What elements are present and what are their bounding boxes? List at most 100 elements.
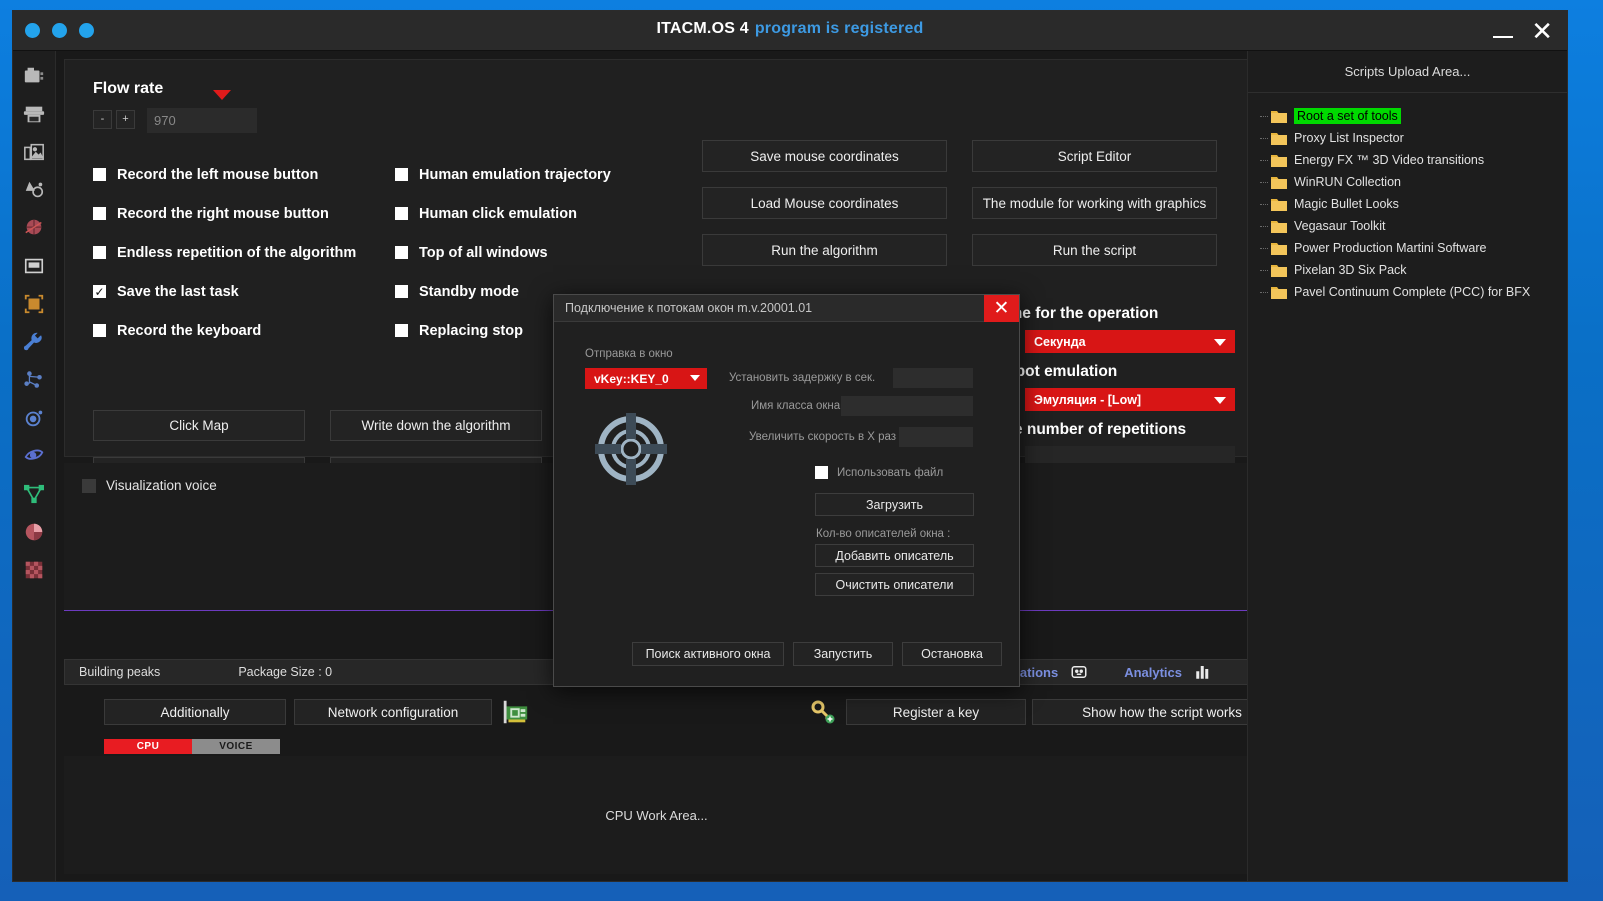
- archive-box-icon[interactable]: [23, 255, 45, 277]
- flow-increment-button[interactable]: +: [116, 110, 135, 129]
- checkbox-box[interactable]: [395, 285, 408, 298]
- tree-item-label: Vegasaur Toolkit: [1294, 219, 1386, 233]
- click-map-button[interactable]: Click Map: [93, 410, 305, 441]
- triangle-mesh-icon[interactable]: [23, 483, 45, 505]
- globe-icon[interactable]: [23, 217, 45, 239]
- checkbox-human-emulation-trajectory[interactable]: Human emulation trajectory: [395, 155, 611, 194]
- checkbox-endless-repetition[interactable]: Endless repetition of the algorithm: [93, 233, 356, 272]
- dialog-title-bar: Подключение к потокам окон m.v.20001.01 …: [554, 294, 1019, 322]
- robot-emulation-dropdown[interactable]: Эмуляция - [Low]: [1025, 388, 1235, 411]
- run-algorithm-button[interactable]: Run the algorithm: [702, 234, 947, 266]
- icon-rail: [13, 51, 56, 881]
- analytics-link[interactable]: Analytics: [1124, 665, 1182, 680]
- package-size-label: Package Size : 0: [238, 665, 333, 679]
- start-button[interactable]: Запустить: [793, 642, 893, 666]
- crosshair-target-icon[interactable]: [589, 407, 673, 491]
- tree-item-proxy-list-inspector[interactable]: Proxy List Inspector: [1248, 127, 1567, 149]
- stop-button[interactable]: Остановка: [902, 642, 1002, 666]
- tree-item-root-set-of-tools[interactable]: Root a set of tools: [1248, 105, 1567, 127]
- checkbox-save-last-task[interactable]: ✓ Save the last task: [93, 272, 356, 311]
- visualization-voice-label: Visualization voice: [106, 478, 217, 493]
- checkbox-record-keyboard[interactable]: Record the keyboard: [93, 311, 356, 350]
- tree-item-magic-bullet-looks[interactable]: Magic Bullet Looks: [1248, 193, 1567, 215]
- folder-icon: [1271, 198, 1287, 211]
- checkbox-box[interactable]: ✓: [93, 285, 106, 298]
- tree-item-vegasaur-toolkit[interactable]: Vegasaur Toolkit: [1248, 215, 1567, 237]
- close-icon[interactable]: ✕: [984, 294, 1019, 322]
- checkbox-record-left-mouse[interactable]: Record the left mouse button: [93, 155, 356, 194]
- eye-shape-icon[interactable]: [23, 445, 45, 467]
- crop-selection-icon[interactable]: [23, 293, 45, 315]
- tree-connector: [1260, 181, 1268, 183]
- checkbox-top-of-all-windows[interactable]: Top of all windows: [395, 233, 611, 272]
- graphics-module-button[interactable]: The module for working with graphics: [972, 187, 1217, 219]
- checkbox-human-click-emulation[interactable]: Human click emulation: [395, 194, 611, 233]
- tree-item-winrun-collection[interactable]: WinRUN Collection: [1248, 171, 1567, 193]
- load-button[interactable]: Загрузить: [815, 493, 974, 516]
- find-active-window-button[interactable]: Поиск активного окна: [632, 642, 784, 666]
- clear-descriptors-button[interactable]: Очистить описатели: [815, 573, 974, 596]
- checkbox-box[interactable]: [395, 207, 408, 220]
- camera-icon[interactable]: [23, 65, 45, 87]
- tree-item-pixelan-3d-six-pack[interactable]: Pixelan 3D Six Pack: [1248, 259, 1567, 281]
- checkerboard-icon[interactable]: [23, 559, 45, 581]
- checkbox-box[interactable]: [93, 168, 106, 181]
- tab-cpu[interactable]: CPU: [104, 739, 192, 754]
- speed-label: Увеличить скорость в X раз: [749, 431, 897, 443]
- tree-item-energy-fx[interactable]: Energy FX ™ 3D Video transitions: [1248, 149, 1567, 171]
- delay-input[interactable]: [893, 368, 973, 388]
- checkbox-box[interactable]: [395, 246, 408, 259]
- page-title: ITACM.OS 4 program is registered: [13, 20, 1567, 38]
- registration-status: program is registered: [754, 20, 924, 37]
- network-configuration-button[interactable]: Network configuration: [294, 699, 492, 725]
- checkbox-record-right-mouse[interactable]: Record the right mouse button: [93, 194, 356, 233]
- printer-icon[interactable]: [23, 103, 45, 125]
- tree-connector: [1260, 115, 1268, 117]
- register-key-button[interactable]: Register a key: [846, 699, 1026, 725]
- time-unit-dropdown[interactable]: Секунда: [1025, 330, 1235, 353]
- script-editor-button[interactable]: Script Editor: [972, 140, 1217, 172]
- folder-icon: [1271, 220, 1287, 233]
- wrench-icon[interactable]: [23, 331, 45, 353]
- color-picker-icon[interactable]: [23, 179, 45, 201]
- node-graph-icon[interactable]: [23, 369, 45, 391]
- write-algorithm-button[interactable]: Write down the algorithm: [330, 410, 542, 441]
- send-to-window-label: Отправка в окно: [585, 348, 673, 360]
- tree-item-label: Proxy List Inspector: [1294, 131, 1404, 145]
- folder-icon: [1271, 110, 1287, 123]
- tree-item-power-production-martini[interactable]: Power Production Martini Software: [1248, 237, 1567, 259]
- images-icon[interactable]: [23, 141, 45, 163]
- checkbox-column-left: Record the left mouse button Record the …: [93, 155, 356, 350]
- chevron-down-icon[interactable]: [213, 90, 231, 100]
- flow-decrement-button[interactable]: -: [93, 110, 112, 129]
- tab-voice[interactable]: VOICE: [192, 739, 280, 754]
- run-script-button[interactable]: Run the script: [972, 234, 1217, 266]
- checkbox-label: Record the left mouse button: [117, 166, 319, 183]
- class-name-input[interactable]: [841, 396, 973, 416]
- close-icon[interactable]: ✕: [1531, 18, 1553, 44]
- checkbox-box[interactable]: [395, 324, 408, 337]
- checkbox-box[interactable]: [815, 466, 828, 479]
- dialog-title: Подключение к потокам окон m.v.20001.01: [565, 301, 813, 315]
- checkbox-box[interactable]: [93, 207, 106, 220]
- checkbox-box[interactable]: [93, 246, 106, 259]
- pie-chart-icon[interactable]: [23, 521, 45, 543]
- save-mouse-coordinates-button[interactable]: Save mouse coordinates: [702, 140, 947, 172]
- flow-rate-input[interactable]: [147, 108, 257, 133]
- add-descriptor-button[interactable]: Добавить описатель: [815, 544, 974, 567]
- load-mouse-coordinates-button[interactable]: Load Mouse coordinates: [702, 187, 947, 219]
- checkbox-box[interactable]: [93, 324, 106, 337]
- robot-emulation-heading: Robot emulation: [995, 363, 1118, 380]
- checkbox-box[interactable]: [395, 168, 408, 181]
- app-title: ITACM.OS 4: [656, 20, 749, 37]
- minimize-icon[interactable]: [1493, 36, 1514, 38]
- tree-connector: [1260, 137, 1268, 139]
- chevron-down-icon: [690, 375, 700, 381]
- checkbox-box[interactable]: [82, 478, 96, 493]
- vkey-dropdown[interactable]: vKey::KEY_0: [585, 368, 707, 389]
- additionally-button[interactable]: Additionally: [104, 699, 286, 725]
- speed-input[interactable]: [899, 427, 973, 447]
- orbit-icon[interactable]: [23, 407, 45, 429]
- use-file-checkbox[interactable]: Использовать файл: [815, 466, 943, 479]
- tree-item-pavel-continuum-complete[interactable]: Pavel Continuum Complete (PCC) for BFX: [1248, 281, 1567, 303]
